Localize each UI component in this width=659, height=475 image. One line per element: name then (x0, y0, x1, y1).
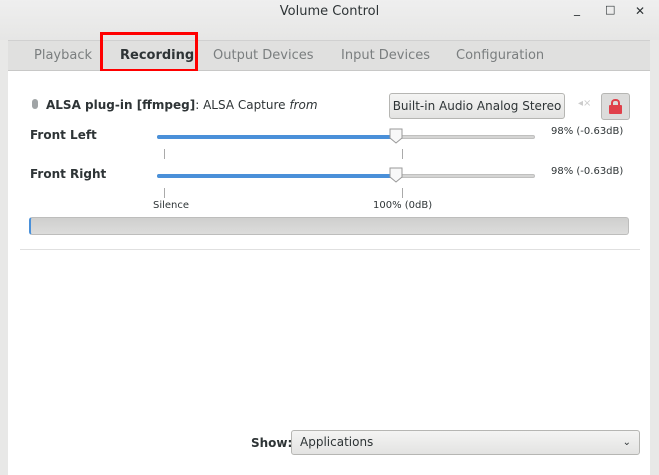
show-select-value: Applications (300, 435, 374, 449)
front-left-value: 98% (-0.63dB) (551, 126, 624, 137)
front-right-value: 98% (-0.63dB) (551, 166, 624, 177)
front-left-slider-thumb[interactable] (389, 128, 403, 144)
minimize-button[interactable]: _ (574, 2, 580, 16)
tab-output-devices[interactable]: Output Devices (213, 48, 314, 63)
window-title: Volume Control (279, 4, 380, 19)
silence-tick (164, 149, 165, 159)
title-bar: Volume Control _ □ ✕ (0, 0, 659, 40)
tab-configuration[interactable]: Configuration (456, 48, 544, 63)
recording-tab-highlight (100, 32, 198, 72)
chevron-down-icon: ⌄ (622, 437, 631, 448)
hundred-tick (402, 188, 403, 198)
show-label: Show: (251, 436, 293, 450)
silence-label: Silence (153, 200, 190, 211)
silence-tick (164, 188, 165, 198)
mute-icon[interactable]: ◂× (578, 98, 591, 109)
microphone-icon (32, 99, 38, 109)
recording-panel: ALSA plug-in [ffmpeg]: ALSA Capture from… (8, 71, 650, 475)
channel-label-front-right: Front Right (30, 167, 107, 181)
lock-icon-body (609, 105, 622, 114)
from-label: from (289, 98, 318, 112)
stream-name: ALSA Capture (203, 98, 286, 112)
front-left-slider-fill (157, 135, 397, 139)
stream-title: ALSA plug-in [ffmpeg]: ALSA Capture from (46, 98, 318, 112)
tab-input-devices[interactable]: Input Devices (341, 48, 430, 63)
lock-channels-button[interactable] (601, 93, 630, 120)
app-name: ALSA plug-in [ffmpeg] (46, 98, 196, 112)
show-select[interactable]: Applications ⌄ (291, 430, 640, 455)
separator: : (195, 98, 200, 112)
maximize-button[interactable]: □ (605, 3, 615, 16)
channel-label-front-left: Front Left (30, 128, 97, 142)
hundred-percent-label: 100% (0dB) (373, 200, 433, 211)
level-meter (29, 217, 629, 235)
front-right-slider-fill (157, 174, 397, 178)
front-right-slider-thumb[interactable] (389, 167, 403, 183)
device-select-button[interactable]: Built-in Audio Analog Stereo (389, 93, 565, 119)
separator (20, 249, 640, 250)
tab-playback[interactable]: Playback (34, 48, 92, 63)
hundred-tick (402, 149, 403, 159)
close-button[interactable]: ✕ (635, 4, 645, 18)
